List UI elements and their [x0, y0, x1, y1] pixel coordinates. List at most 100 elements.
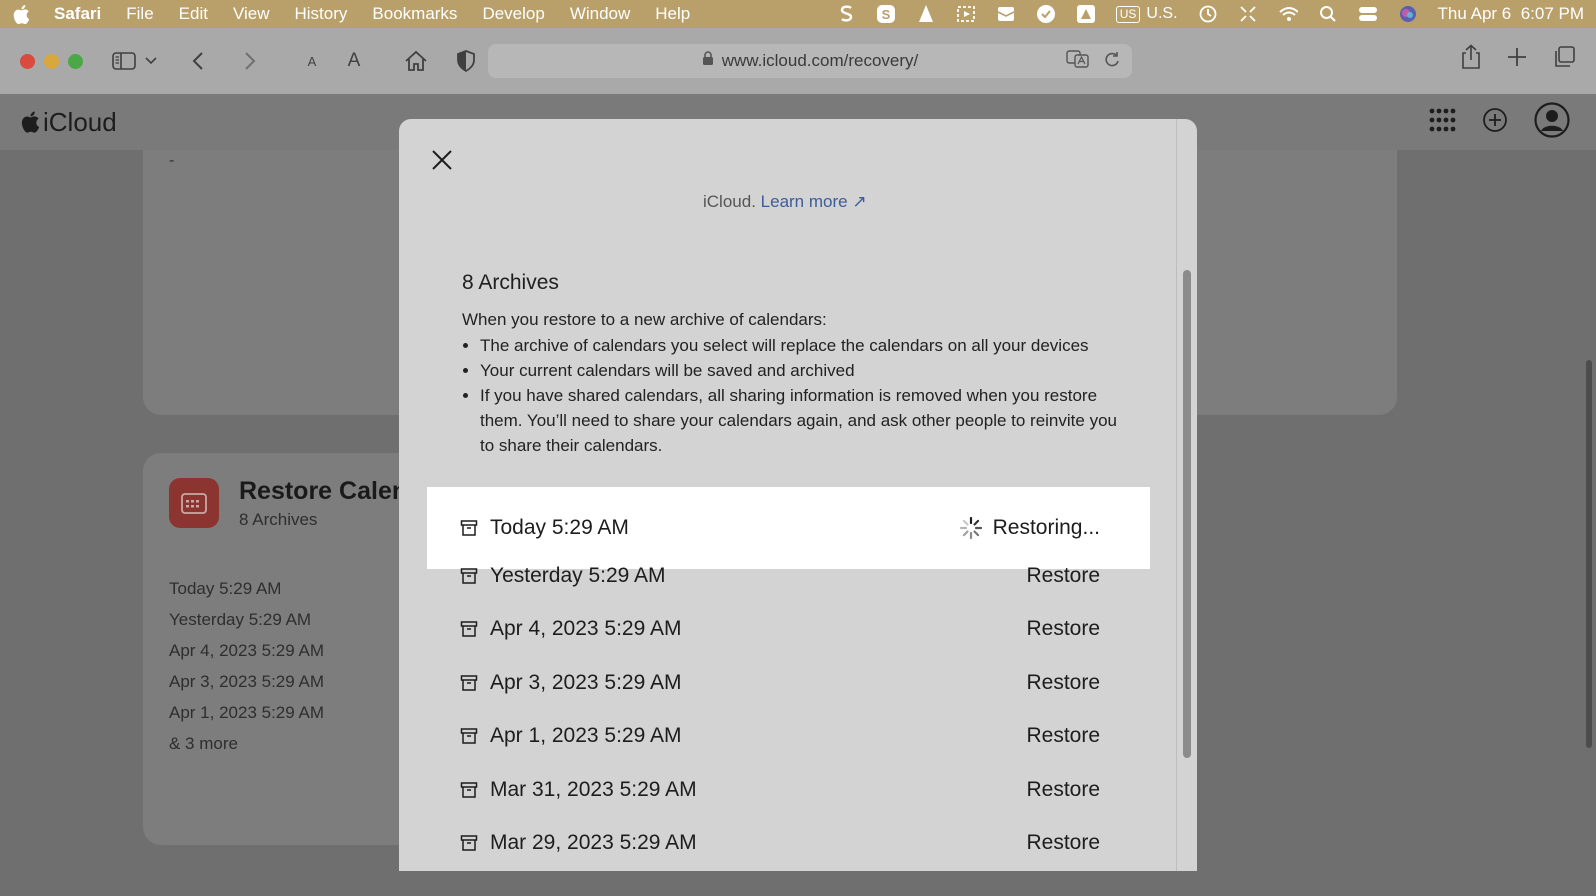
archive-icon	[460, 834, 478, 851]
menu-view[interactable]: View	[233, 4, 270, 24]
archive-row: Apr 1, 2023 5:29 AM Restore	[427, 709, 1150, 762]
apple-icon	[21, 111, 40, 133]
text-smaller-button[interactable]: A	[297, 46, 327, 76]
close-icon[interactable]	[429, 147, 455, 173]
list-item: Yesterday 5:29 AM	[169, 610, 312, 629]
archive-icon	[460, 567, 478, 584]
minimize-window-button[interactable]	[44, 53, 59, 69]
input-source-badge[interactable]: US	[1115, 5, 1141, 23]
input-source-label[interactable]: U.S.	[1146, 5, 1177, 23]
reload-icon[interactable]	[1104, 50, 1120, 73]
shield-icon[interactable]	[451, 46, 481, 76]
learn-more-link[interactable]: Learn more	[761, 192, 848, 211]
text-larger-button[interactable]: A	[339, 46, 369, 76]
chevron-down-icon[interactable]	[141, 46, 161, 76]
apple-icon[interactable]	[12, 3, 34, 25]
menu-window[interactable]: Window	[570, 4, 630, 24]
archive-date: Mar 29, 2023 5:29 AM	[490, 830, 697, 854]
page-scrollbar[interactable]	[1586, 360, 1592, 748]
archive-row: Mar 31, 2023 5:29 AM Restore	[427, 763, 1150, 816]
icloud-logo[interactable]: iCloud	[20, 107, 117, 138]
new-tab-icon[interactable]	[1506, 44, 1528, 75]
menu-bar: Safari File Edit View History Bookmarks …	[0, 0, 1596, 28]
archive-icon	[460, 520, 478, 536]
archive-icon	[460, 781, 478, 798]
archive-date: Apr 4, 2023 5:29 AM	[490, 616, 682, 640]
skype-icon[interactable]: S	[876, 4, 896, 24]
learn-prefix: iCloud.	[703, 192, 756, 211]
archive-row: Apr 3, 2023 5:29 AM Restore	[427, 656, 1150, 709]
restore-notes: The archive of calendars you select will…	[480, 333, 1120, 458]
display-arrows-icon[interactable]	[1238, 4, 1258, 24]
checkmark-icon[interactable]	[1036, 4, 1056, 24]
restore-button[interactable]: Restore	[1026, 831, 1100, 855]
add-icon[interactable]	[1482, 107, 1508, 138]
tabs-icon[interactable]	[1552, 44, 1576, 75]
note-item: Your current calendars will be saved and…	[480, 358, 1120, 383]
svg-text:S: S	[881, 7, 890, 22]
restore-button[interactable]: Restore	[1026, 617, 1100, 641]
menu-file[interactable]: File	[126, 4, 153, 24]
more-link[interactable]: & 3 more	[169, 734, 324, 765]
time-machine-icon[interactable]	[1198, 4, 1218, 24]
drive-icon[interactable]	[1076, 4, 1096, 24]
restore-button[interactable]: Restore	[1026, 778, 1100, 802]
modal-divider	[1176, 119, 1177, 871]
home-icon[interactable]	[401, 46, 431, 76]
back-icon[interactable]	[183, 46, 213, 76]
restoring-label: Restoring...	[992, 516, 1100, 539]
menu-safari[interactable]: Safari	[54, 4, 101, 24]
list-item: Apr 4, 2023 5:29 AM	[169, 641, 324, 660]
window-controls	[20, 53, 83, 69]
archive-icon	[460, 620, 478, 637]
note-item: The archive of calendars you select will…	[480, 333, 1120, 358]
forward-icon[interactable]	[235, 46, 265, 76]
share-icon[interactable]	[1460, 44, 1482, 75]
address-bar[interactable]: www.icloud.com/recovery/	[488, 44, 1132, 78]
wifi-icon[interactable]	[1278, 4, 1298, 24]
siri-icon[interactable]	[1398, 4, 1418, 24]
restore-intro: When you restore to a new archive of cal…	[462, 310, 827, 329]
account-icon[interactable]	[1534, 101, 1570, 143]
archive-row: Mar 29, 2023 5:29 AM Restore	[427, 816, 1150, 869]
toolbar-right	[1460, 44, 1576, 75]
header-actions	[1428, 101, 1570, 143]
zoom-window-button[interactable]	[68, 53, 83, 69]
screenshot-icon[interactable]	[956, 4, 976, 24]
clock[interactable]: Thu Apr 6 6:07 PM	[1438, 4, 1584, 24]
note-item: If you have shared calendars, all sharin…	[480, 383, 1120, 458]
list-item: Today 5:29 AM	[169, 579, 282, 598]
archive-date: Apr 1, 2023 5:29 AM	[490, 723, 682, 747]
modal-scrollbar[interactable]	[1183, 270, 1191, 758]
inbox-icon[interactable]	[996, 4, 1016, 24]
list-item: Apr 1, 2023 5:29 AM	[169, 703, 324, 722]
menu-edit[interactable]: Edit	[179, 4, 208, 24]
status-menus: S US U.S. Thu Apr 6 6:07 PM	[836, 4, 1584, 24]
list-item: Apr 3, 2023 5:29 AM	[169, 672, 324, 691]
archive-row: Yesterday 5:29 AM Restore	[427, 549, 1150, 602]
spinner-icon	[959, 516, 982, 540]
restore-button[interactable]: Restore	[1026, 671, 1100, 695]
restore-button[interactable]: Restore	[1026, 724, 1100, 748]
apps-grid-icon[interactable]	[1428, 107, 1456, 138]
spotlight-icon[interactable]	[1318, 4, 1338, 24]
url-text[interactable]: www.icloud.com/recovery/	[722, 51, 919, 71]
translate-icon[interactable]	[1066, 49, 1090, 73]
close-window-button[interactable]	[20, 53, 35, 69]
restore-button[interactable]: Restore	[1026, 564, 1100, 588]
archive-summary-list: Today 5:29 AM Yesterday 5:29 AM Apr 4, 2…	[169, 579, 324, 765]
restore-modal: iCloud. Learn more ↗ 8 Archives When you…	[399, 119, 1197, 871]
card-title: Restore Calen	[239, 477, 408, 505]
vlc-icon[interactable]	[916, 4, 936, 24]
sidebar-icon[interactable]	[109, 46, 139, 76]
archive-icon	[460, 674, 478, 691]
menu-develop[interactable]: Develop	[482, 4, 544, 24]
archive-row: Apr 4, 2023 5:29 AM Restore	[427, 602, 1150, 655]
menu-help[interactable]: Help	[655, 4, 690, 24]
archive-date: Apr 3, 2023 5:29 AM	[490, 670, 682, 694]
control-center-icon[interactable]	[1358, 4, 1378, 24]
restore-calendars-card: Restore Calen 8 Archives Today 5:29 AM Y…	[143, 453, 443, 845]
menu-bookmarks[interactable]: Bookmarks	[372, 4, 457, 24]
scrivener-icon[interactable]	[836, 4, 856, 24]
menu-history[interactable]: History	[295, 4, 348, 24]
